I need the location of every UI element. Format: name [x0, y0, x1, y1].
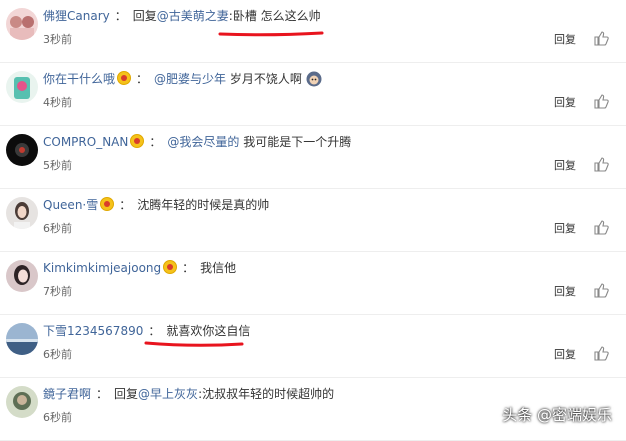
comment-separator: ： — [96, 387, 109, 401]
crown-badge-icon — [117, 71, 132, 85]
comment-separator: ： — [136, 72, 149, 86]
comment-text: 沈腾年轻的时候是真的帅 — [137, 198, 270, 212]
watermark: 头条 @密端娱乐 — [502, 406, 612, 424]
red-underline-annotation — [144, 341, 244, 347]
mention-link[interactable]: @早上灰灰 — [138, 387, 198, 401]
comment-time: 4秒前 — [43, 96, 72, 109]
reply-prefix: 回复 — [114, 387, 139, 401]
thumbs-up-icon[interactable] — [593, 93, 609, 109]
avatar[interactable] — [6, 323, 38, 355]
comment-text: 岁月不饶人啊 — [229, 72, 302, 86]
mention-link[interactable]: @我会尽量的 — [167, 135, 239, 149]
comment-separator: ： — [182, 261, 195, 275]
comment-username[interactable]: 你在干什么哦 — [43, 72, 115, 86]
crown-badge-icon — [163, 260, 178, 274]
comment-separator: ： — [148, 324, 161, 338]
comment-time: 6秒前 — [43, 348, 72, 361]
reply-button[interactable]: 回复 — [554, 31, 576, 47]
comment-list: 佛狸Canary：回复@古美萌之妻:卧槽 怎么这么帅 3秒前 回复 你在干什么哦… — [0, 0, 626, 441]
comment-item: Kimkimkimjeajoong ： 我信他 7秒前 回复 — [0, 252, 626, 315]
comment-username[interactable]: Queen·雪 — [43, 198, 98, 212]
comment-text: 我可能是下一个升腾 — [243, 135, 352, 149]
comment-username[interactable]: 佛狸Canary — [43, 9, 110, 23]
comment-item: 你在干什么哦 ： @肥婆与少年 岁月不饶人啊 4秒前 回复 — [0, 63, 626, 126]
comment-username[interactable]: 下雪1234567890 — [43, 324, 143, 338]
comment-username[interactable]: COMPRO_NAN — [43, 135, 128, 149]
reply-prefix: 回复 — [132, 9, 157, 23]
reply-button[interactable]: 回复 — [554, 283, 576, 299]
reply-button[interactable]: 回复 — [554, 220, 576, 236]
reply-button[interactable]: 回复 — [554, 346, 576, 362]
crown-badge-icon — [100, 197, 115, 211]
reply-button[interactable]: 回复 — [554, 157, 576, 173]
avatar[interactable] — [6, 386, 38, 418]
comment-text: 沈叔叔年轻的时候超帅的 — [202, 387, 335, 401]
avatar[interactable] — [6, 8, 38, 40]
red-underline-annotation — [218, 31, 324, 37]
avatar[interactable] — [6, 197, 38, 229]
avatar[interactable] — [6, 260, 38, 292]
crown-badge-icon — [130, 134, 145, 148]
mention-link[interactable]: @肥婆与少年 — [154, 72, 226, 86]
comment-username[interactable]: 鏡子君啊 — [43, 387, 91, 401]
thumbs-up-icon[interactable] — [593, 219, 609, 235]
avatar[interactable] — [6, 71, 38, 103]
comment-username[interactable]: Kimkimkimjeajoong — [43, 261, 161, 275]
comment-item: Queen·雪 ： 沈腾年轻的时候是真的帅 6秒前 回复 — [0, 189, 626, 252]
comment-separator: ： — [114, 9, 127, 23]
comment-text: 卧槽 怎么这么帅 — [232, 9, 321, 23]
mention-link[interactable]: @古美萌之妻 — [157, 9, 229, 23]
comment-separator: ： — [149, 135, 162, 149]
emoji-sticker-icon — [306, 71, 322, 87]
comment-text: 就喜欢你这自信 — [166, 324, 251, 338]
comment-time: 6秒前 — [43, 411, 72, 424]
comment-text: 我信他 — [200, 261, 237, 275]
comment-time: 5秒前 — [43, 159, 72, 172]
comment-item: COMPRO_NAN ： @我会尽量的 我可能是下一个升腾 5秒前 回复 — [0, 126, 626, 189]
thumbs-up-icon[interactable] — [593, 30, 609, 46]
thumbs-up-icon[interactable] — [593, 345, 609, 361]
thumbs-up-icon[interactable] — [593, 282, 609, 298]
comment-item: 下雪1234567890 ： 就喜欢你这自信 6秒前 回复 — [0, 315, 626, 378]
comment-separator: ： — [119, 198, 132, 212]
reply-button[interactable]: 回复 — [554, 94, 576, 110]
comment-time: 3秒前 — [43, 33, 72, 46]
comment-time: 6秒前 — [43, 222, 72, 235]
thumbs-up-icon[interactable] — [593, 156, 609, 172]
avatar[interactable] — [6, 134, 38, 166]
comment-time: 7秒前 — [43, 285, 72, 298]
